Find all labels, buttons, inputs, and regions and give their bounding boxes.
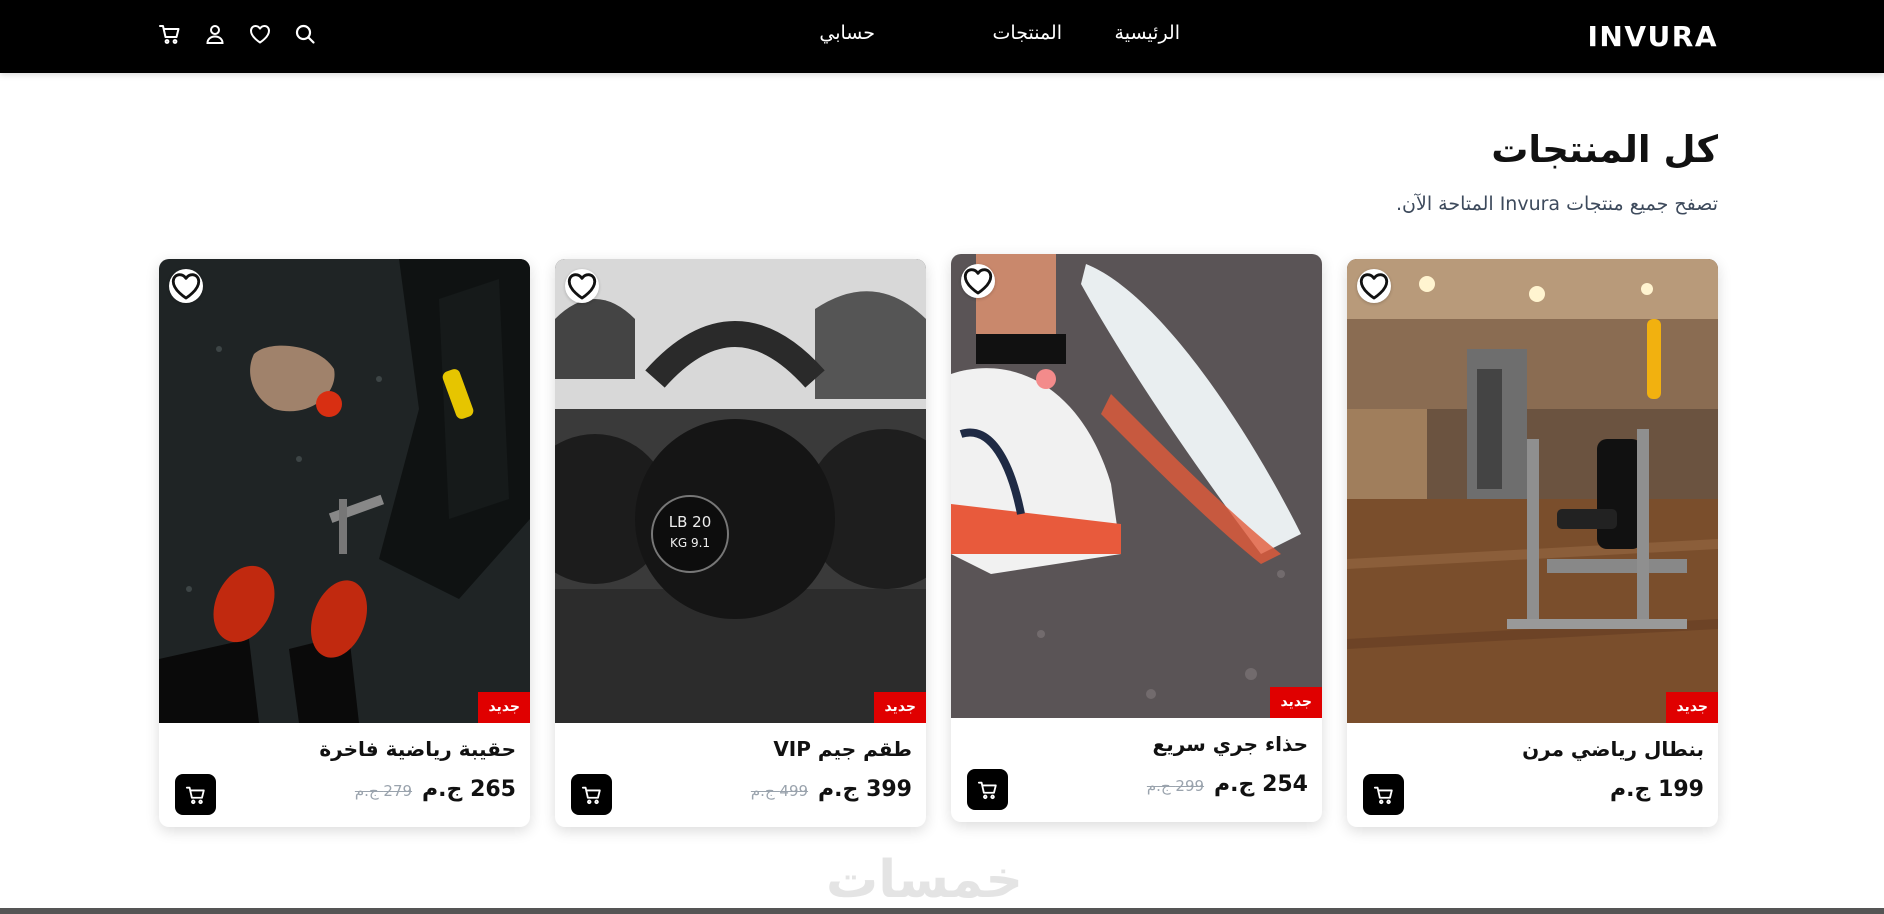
product-card[interactable]: جديد بنطال رياضي مرن 199 ج.م bbox=[1347, 259, 1718, 827]
nav-link-account-label[interactable]: حسابي bbox=[819, 22, 875, 44]
product-card[interactable]: جديد حذاء جري سريع 254 ج.م 299 ج.م bbox=[951, 254, 1322, 822]
nav-link-products[interactable]: المنتجات bbox=[993, 22, 1062, 44]
wishlist-button[interactable] bbox=[1357, 269, 1391, 303]
wishlist-button[interactable] bbox=[565, 269, 599, 303]
price-currency: ج.م bbox=[1214, 772, 1255, 797]
add-to-cart-button[interactable] bbox=[175, 774, 216, 815]
heart-icon bbox=[1359, 273, 1389, 300]
product-image-running-shoes[interactable]: جديد bbox=[951, 254, 1322, 718]
price-row: 254 ج.م 299 ج.م bbox=[1147, 772, 1308, 797]
header-icons bbox=[158, 20, 317, 48]
bottom-edge bbox=[0, 908, 1884, 914]
price-value: 399 bbox=[866, 777, 912, 802]
product-image-gym-floor[interactable]: جديد bbox=[159, 259, 530, 723]
price-row: 199 ج.م bbox=[1610, 777, 1704, 802]
page-subtitle: تصفح جميع منتجات Invura المتاحة الآن. bbox=[1395, 193, 1718, 215]
new-badge: جديد bbox=[1666, 692, 1718, 723]
product-card[interactable]: جديد حقيبة رياضية فاخرة 265 ج.م 279 ج.م bbox=[159, 259, 530, 827]
top-navbar: INVURA الرئيسية المنتجات حسابي bbox=[0, 0, 1884, 73]
product-price: 399 ج.م bbox=[818, 777, 912, 802]
cart-icon bbox=[185, 786, 205, 804]
cart-icon bbox=[977, 781, 997, 799]
product-name[interactable]: بنطال رياضي مرن bbox=[1522, 737, 1704, 761]
add-to-cart-button[interactable] bbox=[571, 774, 612, 815]
nav-link-account[interactable]: حسابي bbox=[819, 22, 875, 44]
product-name[interactable]: حذاء جري سريع bbox=[1153, 732, 1308, 756]
svg-text:9.1 KG: 9.1 KG bbox=[670, 536, 710, 550]
page-title: كل المنتجات bbox=[1491, 128, 1718, 171]
nav-link-home-label[interactable]: الرئيسية bbox=[1115, 22, 1180, 44]
price-value: 254 bbox=[1262, 772, 1308, 797]
price-row: 399 ج.م 499 ج.م bbox=[751, 777, 912, 802]
product-name[interactable]: طقم جيم VIP bbox=[773, 737, 912, 761]
brand-logo[interactable]: INVURA bbox=[1588, 20, 1719, 53]
cart-icon bbox=[581, 786, 601, 804]
svg-text:20 LB: 20 LB bbox=[669, 513, 712, 531]
old-price: 499 ج.م bbox=[750, 782, 809, 800]
nav-link-home[interactable]: الرئيسية bbox=[1115, 22, 1180, 44]
price-value: 265 bbox=[470, 777, 516, 802]
cart-icon bbox=[1373, 786, 1393, 804]
price-currency: ج.م bbox=[422, 777, 463, 802]
wishlist-button[interactable] bbox=[169, 269, 203, 303]
price-row: 265 ج.م 279 ج.م bbox=[355, 777, 516, 802]
old-price: 299 ج.م bbox=[1146, 777, 1205, 795]
new-badge: جديد bbox=[874, 692, 926, 723]
product-image-kettlebells[interactable]: 20 LB 9.1 KG جديد bbox=[555, 259, 926, 723]
new-badge: جديد bbox=[478, 692, 530, 723]
watermark: خمسات bbox=[826, 850, 1024, 910]
heart-icon bbox=[567, 273, 597, 300]
product-price: 265 ج.م bbox=[422, 777, 516, 802]
wishlist-button[interactable] bbox=[961, 264, 995, 298]
add-to-cart-button[interactable] bbox=[1363, 774, 1404, 815]
product-card[interactable]: 20 LB 9.1 KG جديد طقم جيم VIP 399 ج.م 49… bbox=[555, 259, 926, 827]
add-to-cart-button[interactable] bbox=[967, 769, 1008, 810]
cart-icon[interactable] bbox=[158, 20, 182, 48]
old-price: 279 ج.م bbox=[354, 782, 413, 800]
heart-icon bbox=[963, 268, 993, 295]
nav-link-products-label[interactable]: المنتجات bbox=[993, 22, 1062, 44]
price-currency: ج.م bbox=[1610, 777, 1651, 802]
product-name[interactable]: حقيبة رياضية فاخرة bbox=[319, 737, 516, 761]
product-image-gym-machine[interactable]: جديد bbox=[1347, 259, 1718, 723]
price-currency: ج.م bbox=[818, 777, 859, 802]
search-icon[interactable] bbox=[293, 20, 317, 48]
heart-icon[interactable] bbox=[248, 20, 272, 48]
user-icon[interactable] bbox=[203, 20, 227, 48]
heart-icon bbox=[171, 273, 201, 300]
product-price: 199 ج.م bbox=[1610, 777, 1704, 802]
new-badge: جديد bbox=[1270, 687, 1322, 718]
price-value: 199 bbox=[1658, 777, 1704, 802]
product-price: 254 ج.م bbox=[1214, 772, 1308, 797]
